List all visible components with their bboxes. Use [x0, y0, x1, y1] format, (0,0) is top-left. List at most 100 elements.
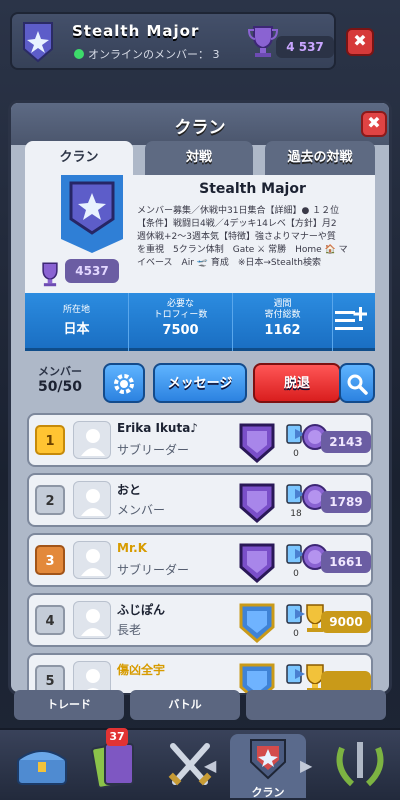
- person-icon: [81, 549, 105, 576]
- clan-badge-icon: [23, 22, 53, 63]
- stat-label: 必要な トロフィー数: [153, 299, 208, 320]
- laurel-sword-icon: [336, 742, 384, 787]
- panel-tabs: クラン 対戦 過去の対戦: [25, 141, 375, 175]
- member-row[interactable]: 4 ふじぽん 長老 0 9000: [27, 593, 373, 647]
- search-button[interactable]: [339, 363, 375, 403]
- nav-battle[interactable]: [152, 734, 228, 798]
- avatar: [73, 481, 111, 519]
- member-row[interactable]: 5 傷凶全宇: [27, 653, 373, 693]
- menu-add-icon[interactable]: [333, 305, 367, 335]
- sub-tab-trade[interactable]: トレード: [14, 690, 124, 720]
- panel-close-button[interactable]: ✖: [361, 111, 387, 137]
- search-icon: [347, 374, 368, 395]
- sub-tab-extra[interactable]: [246, 690, 386, 720]
- member-trophies: 1661: [321, 551, 371, 573]
- desc-line: メンバー募集／休戦中31日集合【詳細】● １２位: [137, 206, 340, 216]
- member-role: 長老: [117, 623, 142, 637]
- avatar: [73, 541, 111, 579]
- member-row[interactable]: 1 Erika Ikuta♪ サブリーダー 0 2143: [27, 413, 373, 467]
- clan-banner-icon: [61, 175, 123, 253]
- member-row[interactable]: 2 おと メンバー 18 1789: [27, 473, 373, 527]
- tab-war[interactable]: 対戦: [145, 141, 253, 175]
- bottom-nav: クラン: [0, 728, 400, 800]
- sub-tabs: トレード バトル: [0, 690, 400, 726]
- person-icon: [81, 609, 105, 636]
- online-label: オンラインのメンバー：: [88, 48, 209, 61]
- stat-value: 7500: [162, 323, 199, 338]
- clan-trophy-icon: [42, 262, 58, 287]
- member-rank: 5: [35, 665, 65, 693]
- panel-header: クラン ✖: [11, 103, 389, 145]
- nav-events[interactable]: [322, 734, 398, 798]
- member-controls: メンバー 50/50 メッセージ 脱退: [25, 359, 375, 409]
- clan-panel: クラン ✖ クラン 対戦 過去の対戦 4537 Stealth Major メン…: [8, 100, 392, 695]
- top-clan-name: Stealth Major: [72, 22, 200, 40]
- avatar: [73, 601, 111, 639]
- gold-league-icon: [239, 603, 275, 643]
- member-trophies: 1789: [321, 491, 371, 513]
- top-close-button[interactable]: ✖: [346, 28, 374, 56]
- avatar: [73, 421, 111, 459]
- purple-league-icon: [239, 423, 275, 463]
- tab-clan[interactable]: クラン: [25, 141, 133, 175]
- nav-active-label: クラン: [251, 786, 285, 799]
- person-icon: [81, 489, 105, 516]
- avatar: [73, 661, 111, 693]
- trophy-icon: [248, 26, 278, 57]
- stat-required-trophies: 必要な トロフィー数 7500: [129, 293, 233, 351]
- clan-screen: Stealth Major オンラインのメンバー： 3 4 537 ✖ クラン …: [0, 0, 400, 800]
- sub-tab-battle[interactable]: バトル: [130, 690, 240, 720]
- online-dot-icon: [74, 49, 84, 59]
- clan-shield-icon: [250, 739, 286, 780]
- leave-button[interactable]: 脱退: [253, 363, 341, 403]
- clan-status-bar[interactable]: Stealth Major オンラインのメンバー： 3 4 537: [10, 12, 336, 70]
- member-name: Mr.K: [117, 541, 148, 555]
- member-rank: 1: [35, 425, 65, 455]
- stat-value: 1162: [264, 323, 301, 338]
- person-icon: [81, 429, 105, 456]
- tab-war-history[interactable]: 過去の対戦: [265, 141, 375, 175]
- member-role: メンバー: [117, 503, 166, 517]
- nav-shop[interactable]: [4, 734, 80, 798]
- message-button[interactable]: メッセージ: [153, 363, 247, 403]
- desc-line: イベース Air 🛫 育成 ※日本→Stealth検索: [137, 258, 321, 268]
- member-row[interactable]: 3 Mr.K サブリーダー 0 1661: [27, 533, 373, 587]
- clan-info: 4537 Stealth Major メンバー募集／休戦中31日集合【詳細】● …: [25, 175, 375, 293]
- member-name: ふじぽん: [117, 603, 166, 617]
- desc-line: 週休戦+2〜3週本気【特徴】強さよりマナーや質: [137, 232, 336, 242]
- panel-title: クラン: [174, 118, 226, 138]
- purple-league-icon: [239, 543, 275, 583]
- member-name: 傷凶全宇: [117, 663, 166, 677]
- stat-weekly-donations: 週間 寄付総数 1162: [233, 293, 333, 351]
- clan-name: Stealth Major: [199, 181, 306, 197]
- stat-location: 所在地 日本: [25, 293, 129, 351]
- top-trophy-count: 4 537: [276, 36, 334, 58]
- gear-icon: [114, 374, 134, 394]
- person-icon: [83, 669, 103, 693]
- member-name: Erika Ikuta♪: [117, 421, 198, 435]
- cards-badge: 37: [106, 728, 128, 746]
- settings-button[interactable]: [103, 363, 145, 403]
- member-role: サブリーダー: [117, 443, 190, 457]
- desc-line: を重視 5クラン体制 Gate ⚔ 常勝 Home 🏠 マ: [137, 245, 348, 255]
- stat-value: 日本: [63, 322, 90, 337]
- member-rank: 4: [35, 605, 65, 635]
- nav-clan[interactable]: クラン: [230, 734, 306, 799]
- stat-label: 所在地: [62, 305, 90, 315]
- online-count: 3: [212, 48, 220, 61]
- member-label: メンバー: [38, 365, 82, 378]
- member-trophies: 9000: [321, 611, 371, 633]
- online-members: オンラインのメンバー： 3: [74, 46, 220, 62]
- nav-arrow-left-icon[interactable]: ◀: [204, 756, 216, 775]
- member-rank: 3: [35, 545, 65, 575]
- clan-stats: 所在地 日本 必要な トロフィー数 7500 週間 寄付総数 1162: [25, 293, 375, 351]
- member-name: おと: [117, 483, 142, 497]
- nav-arrow-right-icon[interactable]: ▶: [300, 756, 312, 775]
- stat-label: 週間 寄付総数: [264, 299, 301, 320]
- cards-icon: [91, 743, 134, 789]
- gold-league-icon: [239, 663, 275, 693]
- clan-trophy-count: 4537: [65, 259, 119, 283]
- member-list[interactable]: 1 Erika Ikuta♪ サブリーダー 0 2143 2 おと メンバー 1…: [25, 413, 375, 693]
- member-role: サブリーダー: [117, 563, 190, 577]
- member-trophies: 2143: [321, 431, 371, 453]
